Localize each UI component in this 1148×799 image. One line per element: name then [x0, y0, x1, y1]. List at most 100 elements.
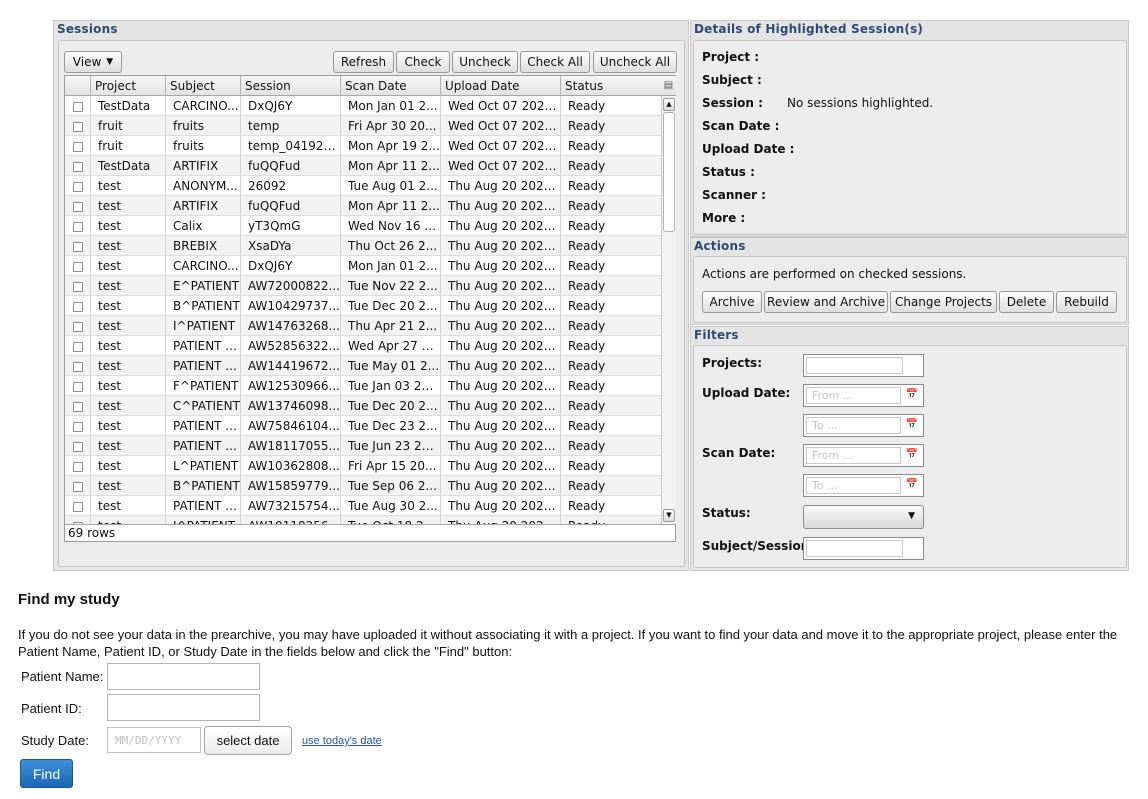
scan-from-input[interactable]: From ...	[806, 447, 901, 464]
sessions-table: Project Subject Session Scan Date Upload…	[64, 75, 676, 542]
filter-subject-session-input[interactable]	[803, 537, 924, 560]
checkbox-cell	[65, 356, 91, 376]
table-row[interactable]: test PATIENT ... AW75846104... Tue Dec 23 2…	[65, 416, 661, 436]
checkbox-cell	[65, 156, 91, 176]
check-all-button[interactable]: Check All	[520, 51, 590, 73]
table-cell: Ready	[568, 339, 606, 353]
table-row[interactable]: test F^PATIENT AW12530966... Tue Jan 03 20.…	[65, 376, 661, 396]
table-row[interactable]: TestData ARTIFIX fuQQFud Mon Apr 11 2... Wed…	[65, 156, 661, 176]
rebuild-button[interactable]: Rebuild	[1056, 291, 1117, 313]
table-cell: Thu Aug 20 2020...	[441, 396, 561, 416]
change-projects-button[interactable]: Change Projects	[890, 291, 997, 313]
table-cell: Thu Aug 20 2020...	[441, 456, 561, 476]
table-row[interactable]: TestData CARCINO... DxQJ6Y Mon Jan 01 2... W…	[65, 96, 661, 116]
checkbox-cell	[65, 196, 91, 216]
table-row[interactable]: test C^PATIENT AW13746098... Tue Dec 20 2..…	[65, 396, 661, 416]
scroll-thumb[interactable]	[663, 112, 675, 232]
scroll-up-icon[interactable]: ▲	[663, 98, 675, 111]
table-row[interactable]: test BREBIX XsaDYa Thu Oct 26 2... Thu Aug 2…	[65, 236, 661, 256]
filter-projects-input[interactable]	[803, 354, 924, 377]
table-cell: Ready	[568, 379, 606, 393]
table-cell: Tue Oct 18 2...	[341, 516, 441, 524]
calendar-icon[interactable]: 📅	[903, 387, 921, 404]
table-cell: Mon Apr 11 2...	[341, 196, 441, 216]
table-row[interactable]: test CARCINO... DxQJ6Y Mon Jan 01 2... Thu A…	[65, 256, 661, 276]
header-status[interactable]: Status	[561, 76, 661, 96]
table-row[interactable]: fruit fruits temp Fri Apr 30 20... Wed Oct 0…	[65, 116, 661, 136]
table-cell: Wed Oct 07 2020...	[441, 136, 561, 156]
table-cell: Ready	[568, 479, 606, 493]
table-row[interactable]: test PATIENT ... AW73215754... Tue Aug 30 2…	[65, 496, 661, 516]
patient-id-input[interactable]	[107, 694, 260, 721]
study-date-placeholder: MM/DD/YYYY	[115, 734, 182, 747]
select-date-button[interactable]: select date	[204, 726, 292, 755]
table-cell: Thu Aug 20 2020...	[441, 356, 561, 376]
table-row[interactable]: test ARTIFIX fuQQFud Mon Apr 11 2... Thu Aug…	[65, 196, 661, 216]
table-cell: PATIENT ...	[166, 436, 241, 456]
view-dropdown-button[interactable]: View ▼	[64, 51, 122, 73]
refresh-button[interactable]: Refresh	[333, 51, 394, 73]
table-cell: Tue Dec 23 2...	[341, 416, 441, 436]
table-cell: Thu Aug 20 2020...	[441, 516, 561, 524]
table-cell: Ready	[568, 419, 606, 433]
table-row[interactable]: test PATIENT ... AW52856322... Wed Apr 27 2…	[65, 336, 661, 356]
table-cell: Ready	[568, 119, 606, 133]
header-project[interactable]: Project	[91, 76, 166, 96]
table-cell: Tue Dec 20 2...	[341, 396, 441, 416]
upload-date-from[interactable]: From ... 📅	[803, 384, 924, 407]
table-row[interactable]: test L^PATIENT AW10362808... Fri Apr 15 20.…	[65, 456, 661, 476]
table-row[interactable]: test B^PATIENT AW15859779... Tue Sep 06 2..…	[65, 476, 661, 496]
scroll-down-icon[interactable]: ▼	[663, 509, 675, 522]
table-cell: fruit	[91, 136, 166, 156]
uncheck-button[interactable]: Uncheck	[452, 51, 518, 73]
header-scan-date[interactable]: Scan Date	[341, 76, 441, 96]
table-row[interactable]: test PATIENT ... AW18117055... Tue Jun 23 2…	[65, 436, 661, 456]
patient-name-input[interactable]	[107, 663, 260, 690]
calendar-icon[interactable]: 📅	[903, 417, 921, 434]
table-row[interactable]: test I^PATIENT AW14763268... Thu Apr 21 2..…	[65, 316, 661, 336]
find-button[interactable]: Find	[20, 759, 73, 788]
table-row[interactable]: testJ^PATIENTAW10118256...Tue Oct 18 2..…	[65, 516, 661, 524]
table-row[interactable]: test PATIENT ... AW14419672... Tue May 01 2…	[65, 356, 661, 376]
review-archive-button[interactable]: Review and Archive	[764, 291, 888, 313]
table-cell: Tue Sep 06 2...	[341, 476, 441, 496]
table-cell: Tue Aug 30 2...	[341, 496, 441, 516]
header-subject[interactable]: Subject	[166, 76, 241, 96]
table-cell: Thu Aug 20 2020...	[441, 216, 561, 236]
delete-button[interactable]: Delete	[999, 291, 1054, 313]
table-row[interactable]: test B^PATIENT AW10429737... Tue Dec 20 2..…	[65, 296, 661, 316]
header-checkbox-col	[65, 76, 91, 96]
upload-to-input[interactable]: To ...	[806, 417, 901, 434]
table-cell: test	[91, 256, 166, 276]
table-row[interactable]: test Calix yT3QmG Wed Nov 16 2... Thu Aug 20…	[65, 216, 661, 236]
table-row[interactable]: test E^PATIENT AW72000822... Tue Nov 22 2..…	[65, 276, 661, 296]
table-cell: TestData	[91, 96, 166, 116]
table-cell: Ready	[568, 239, 606, 253]
calendar-icon[interactable]: 📅	[903, 477, 921, 494]
table-cell: Mon Jan 01 2...	[341, 256, 441, 276]
table-cell: Mon Jan 01 2...	[341, 96, 441, 116]
table-scrollbar[interactable]: ▲ ▼	[661, 96, 676, 524]
status-select[interactable]: ▼	[803, 505, 924, 529]
checkbox-cell	[65, 116, 91, 136]
table-row[interactable]: test ANONYM... 26092 Tue Aug 01 2... Thu Aug…	[65, 176, 661, 196]
scan-date-from[interactable]: From ... 📅	[803, 444, 924, 467]
scan-to-input[interactable]: To ...	[806, 477, 901, 494]
scan-date-to[interactable]: To ... 📅	[803, 474, 924, 497]
table-row[interactable]: fruit fruits temp_041920... Mon Apr 19 2...…	[65, 136, 661, 156]
header-upload-date[interactable]: Upload Date	[441, 76, 561, 96]
find-study-description: If you do not see your data in the prear…	[18, 627, 1118, 659]
table-cell: test	[91, 416, 166, 436]
use-today-link[interactable]: use today's date	[302, 735, 382, 747]
upload-date-to[interactable]: To ... 📅	[803, 414, 924, 437]
study-date-input[interactable]: MM/DD/YYYY	[107, 727, 201, 753]
upload-from-input[interactable]: From ...	[806, 387, 901, 404]
table-cell: PATIENT ...	[166, 336, 241, 356]
column-chooser-icon[interactable]: ▤	[661, 76, 676, 96]
uncheck-all-button[interactable]: Uncheck All	[593, 51, 677, 73]
check-button[interactable]: Check	[396, 51, 450, 73]
calendar-icon[interactable]: 📅	[903, 447, 921, 464]
table-cell: Ready	[568, 499, 606, 513]
archive-button[interactable]: Archive	[702, 291, 762, 313]
header-session[interactable]: Session	[241, 76, 341, 96]
